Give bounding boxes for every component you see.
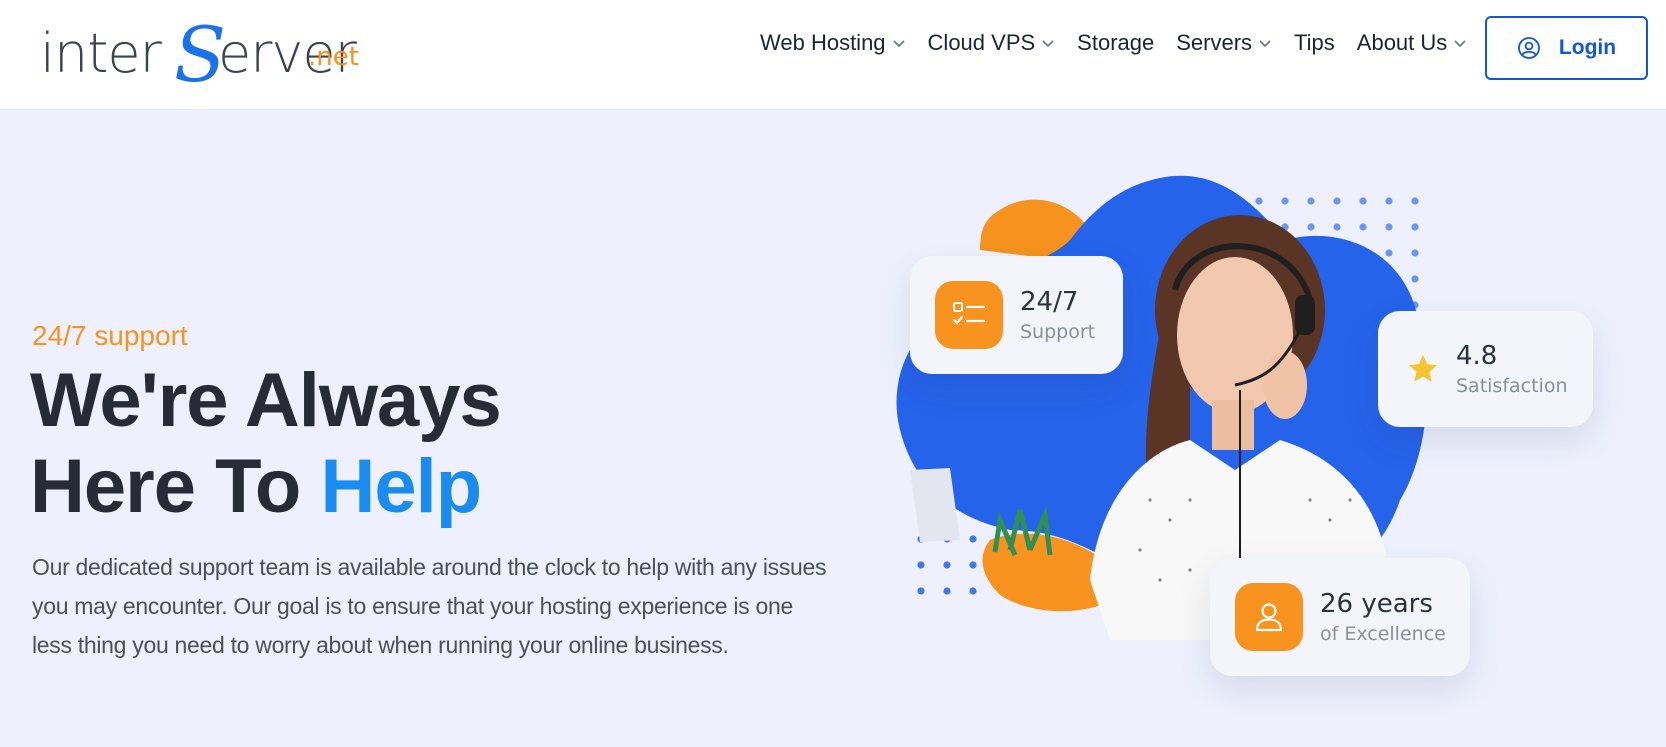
main-nav: Web Hosting Cloud VPS Storage Servers Ti… — [760, 28, 1489, 58]
rating-card-title: 4.8 — [1456, 341, 1498, 371]
chevron-down-icon — [1258, 36, 1272, 50]
support-card: 24/7 Support — [910, 256, 1123, 374]
nav-cloud-vps-label: Cloud VPS — [927, 30, 1036, 55]
chevron-down-icon — [892, 36, 906, 50]
rating-card-text: 4.8 Satisfaction — [1456, 341, 1568, 397]
rating-card: 4.8 Satisfaction — [1378, 311, 1593, 427]
logo-text-net: .net — [308, 42, 359, 72]
interserver-logo[interactable]: inter S erver .net — [40, 10, 360, 99]
checklist-icon — [935, 281, 1003, 349]
chevron-down-icon — [1453, 36, 1467, 50]
hero-headline: We're Always Here To Help — [30, 358, 502, 530]
user-circle-icon — [1517, 36, 1541, 60]
star-icon — [1406, 352, 1440, 386]
nav-storage-label: Storage — [1077, 30, 1155, 55]
years-card-title: 26 years — [1320, 589, 1433, 619]
nav-storage[interactable]: Storage — [1077, 30, 1154, 56]
chevron-down-icon — [1041, 36, 1055, 50]
login-button[interactable]: Login — [1485, 16, 1648, 80]
hero-description: Our dedicated support team is available … — [32, 554, 827, 658]
nav-tips-label: Tips — [1294, 30, 1335, 55]
support-card-title: 24/7 — [1020, 287, 1079, 317]
years-card: 26 years of Excellence — [1210, 558, 1470, 676]
nav-tips[interactable]: Tips — [1294, 30, 1335, 56]
rating-card-subtitle: Satisfaction — [1456, 375, 1568, 397]
years-card-subtitle: of Excellence — [1320, 623, 1446, 645]
nav-about-us[interactable]: About Us — [1357, 30, 1468, 56]
headline-line2: Here To — [30, 444, 321, 529]
user-icon — [1235, 583, 1303, 651]
logo-text-inter: inter — [40, 22, 162, 85]
login-label: Login — [1558, 36, 1617, 59]
support-card-text: 24/7 Support — [1020, 287, 1095, 343]
years-card-text: 26 years of Excellence — [1320, 589, 1446, 645]
nav-web-hosting[interactable]: Web Hosting — [760, 30, 906, 56]
nav-servers[interactable]: Servers — [1176, 30, 1272, 56]
headline-line1: We're Always — [30, 358, 502, 443]
support-card-subtitle: Support — [1020, 321, 1096, 343]
nav-cloud-vps[interactable]: Cloud VPS — [928, 30, 1056, 56]
site-header: inter S erver .net Web Hosting Cloud VPS… — [0, 0, 1666, 110]
nav-web-hosting-label: Web Hosting — [760, 30, 886, 55]
hero-eyebrow: 24/7 support — [32, 320, 188, 351]
headline-accent: Help — [320, 444, 482, 529]
nav-about-us-label: About Us — [1356, 30, 1448, 55]
nav-servers-label: Servers — [1176, 30, 1253, 55]
